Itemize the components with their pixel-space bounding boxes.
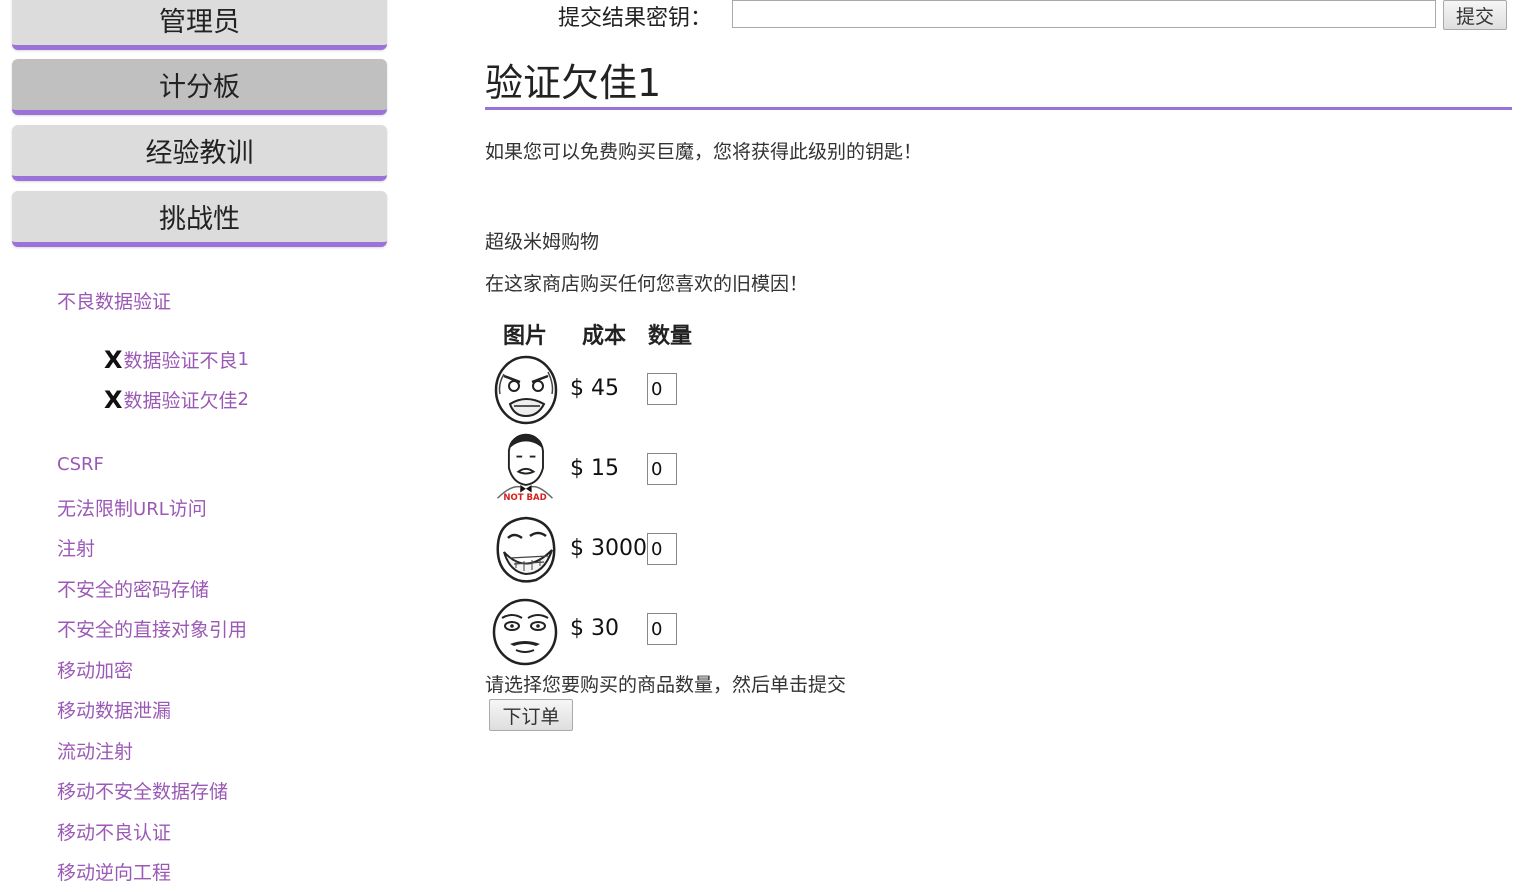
- sidebar-link-label: 访问: [168, 498, 207, 520]
- rage-face-image: [494, 355, 558, 425]
- shop-description: 在这家商店购买任何您喜欢的旧模因！: [485, 273, 809, 295]
- table-header-image: 图片: [503, 323, 548, 349]
- sidebar-link-injection[interactable]: 注射: [57, 534, 95, 561]
- nav-lessons-button[interactable]: 经验教训: [12, 125, 387, 181]
- item-price: $ 45: [570, 376, 619, 401]
- item-price: $ 30: [570, 616, 619, 641]
- not-bad-caption: NOT BAD: [503, 493, 546, 502]
- sidebar-link-mobile-bad-auth[interactable]: 移动不良认证: [57, 818, 171, 845]
- nav-scoreboard-label: 计分板: [159, 72, 240, 103]
- sidebar-subitem-label: 数据验证不良: [123, 350, 238, 372]
- sidebar-link-label: 无法限制: [57, 498, 134, 520]
- incomplete-x-icon: X: [104, 385, 123, 414]
- incomplete-x-icon: X: [104, 345, 123, 374]
- not-bad-face-image: NOT BAD: [497, 433, 553, 502]
- place-order-button[interactable]: 下订单: [489, 699, 573, 731]
- nav-admin-label: 管理员: [159, 7, 240, 38]
- sidebar-category-bad-data-validation[interactable]: 不良数据验证: [57, 287, 171, 314]
- sidebar-link-mobile-crypto[interactable]: 移动加密: [57, 656, 133, 683]
- troll-face-image: [496, 516, 556, 583]
- sidebar-subitem-number: 2: [237, 389, 249, 410]
- intro-text: 如果您可以免费购买巨魔，您将获得此级别的钥匙！: [485, 141, 923, 163]
- item-quantity-input[interactable]: [647, 373, 677, 405]
- sidebar-link-flow-injection[interactable]: 流动注射: [57, 737, 133, 764]
- table-header-quantity: 数量: [648, 323, 693, 349]
- me-gusta-face-image: [492, 598, 558, 666]
- sidebar-link-mobile-insecure-storage[interactable]: 移动不安全数据存储: [57, 777, 228, 804]
- nav-lessons-label: 经验教训: [145, 138, 254, 169]
- result-key-submit-button[interactable]: 提交: [1443, 0, 1507, 30]
- sidebar-subitem-number: 1: [237, 349, 249, 370]
- item-quantity-input[interactable]: [647, 533, 677, 565]
- nav-scoreboard-button[interactable]: 计分板: [12, 59, 387, 115]
- sidebar-link-url-access[interactable]: 无法限制URL访问: [57, 494, 207, 521]
- nav-challenges-button[interactable]: 挑战性: [12, 191, 387, 247]
- result-key-input[interactable]: [732, 0, 1436, 28]
- item-price: $ 15: [570, 456, 619, 481]
- sidebar-subitem-label: 数据验证欠佳: [123, 390, 238, 412]
- item-quantity-input[interactable]: [647, 613, 677, 645]
- sidebar-link-idor[interactable]: 不安全的直接对象引用: [57, 615, 247, 642]
- nav-admin-button[interactable]: 管理员: [12, 0, 387, 50]
- instruction-text: 请选择您要购买的商品数量，然后单击提交: [485, 674, 847, 696]
- nav-challenges-label: 挑战性: [159, 204, 240, 235]
- page-title: 验证欠佳1: [485, 61, 662, 105]
- sidebar-link-mobile-reverse-engineering[interactable]: 移动逆向工程: [57, 858, 171, 885]
- item-quantity-input[interactable]: [647, 453, 677, 485]
- result-key-label: 提交结果密钥：: [558, 6, 713, 31]
- sidebar-link-csrf[interactable]: CSRF: [57, 454, 104, 475]
- title-divider: [485, 107, 1512, 110]
- item-price: $ 3000: [570, 536, 647, 561]
- sidebar-subitem-validation-2[interactable]: X 数据验证欠佳 2: [104, 386, 249, 413]
- sidebar-subitem-validation-1[interactable]: X 数据验证不良 1: [104, 346, 249, 373]
- sidebar-link-label: URL: [133, 499, 169, 520]
- shop-name: 超级米姆购物: [485, 231, 600, 253]
- sidebar-link-mobile-data-leak[interactable]: 移动数据泄漏: [57, 696, 171, 723]
- sidebar-link-insecure-password-storage[interactable]: 不安全的密码存储: [57, 575, 209, 602]
- table-header-cost: 成本: [582, 323, 627, 349]
